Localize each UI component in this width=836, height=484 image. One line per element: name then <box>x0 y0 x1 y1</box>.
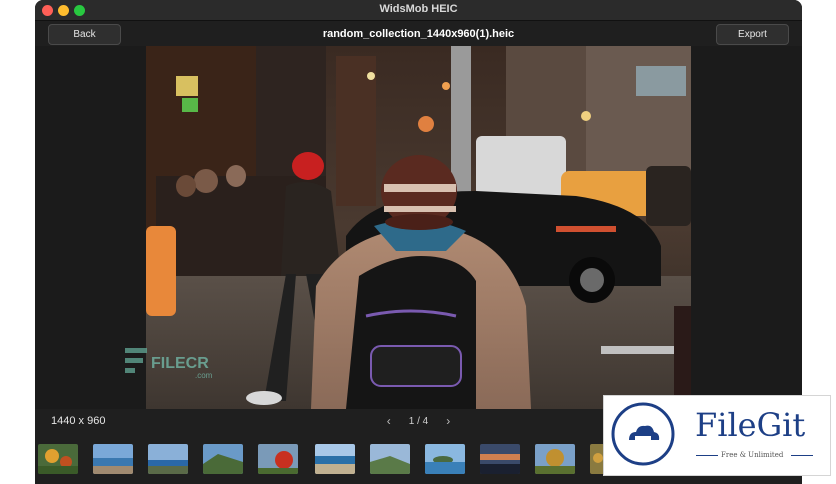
window-title: WidsMob HEIC <box>379 3 458 15</box>
thumbnail[interactable] <box>480 444 520 474</box>
filegit-tagline: Free & Unlimited <box>721 451 784 459</box>
divider <box>696 455 718 456</box>
filecr-text: FILECR <box>151 355 209 372</box>
chevron-right-icon[interactable]: › <box>442 414 454 428</box>
filegit-logo-icon <box>611 402 675 466</box>
thumbnail[interactable] <box>38 444 78 474</box>
page-indicator: 1 / 4 <box>408 415 429 427</box>
divider <box>791 455 813 456</box>
thumbnail[interactable] <box>425 444 465 474</box>
thumbnail[interactable] <box>148 444 188 474</box>
thumbnail[interactable] <box>315 444 355 474</box>
chevron-left-icon[interactable]: ‹ <box>383 414 395 428</box>
filecr-sub-text: .com <box>195 371 213 380</box>
image-viewer: FILECR .com <box>35 46 802 409</box>
thumbnail[interactable] <box>93 444 133 474</box>
toolbar: Back random_collection_1440x960(1).heic … <box>35 21 802 46</box>
filecr-watermark: FILECR .com <box>125 348 213 380</box>
thumbnail[interactable] <box>258 444 298 474</box>
thumbnail[interactable] <box>370 444 410 474</box>
filegit-watermark: FileGit Free & Unlimited <box>603 395 831 476</box>
thumbnail[interactable] <box>535 444 575 474</box>
thumbnail[interactable] <box>203 444 243 474</box>
file-name-title: random_collection_1440x960(1).heic <box>322 28 515 40</box>
export-button[interactable]: Export <box>716 24 789 45</box>
title-bar: WidsMob HEIC <box>35 0 802 21</box>
filegit-name: FileGit <box>695 406 806 444</box>
